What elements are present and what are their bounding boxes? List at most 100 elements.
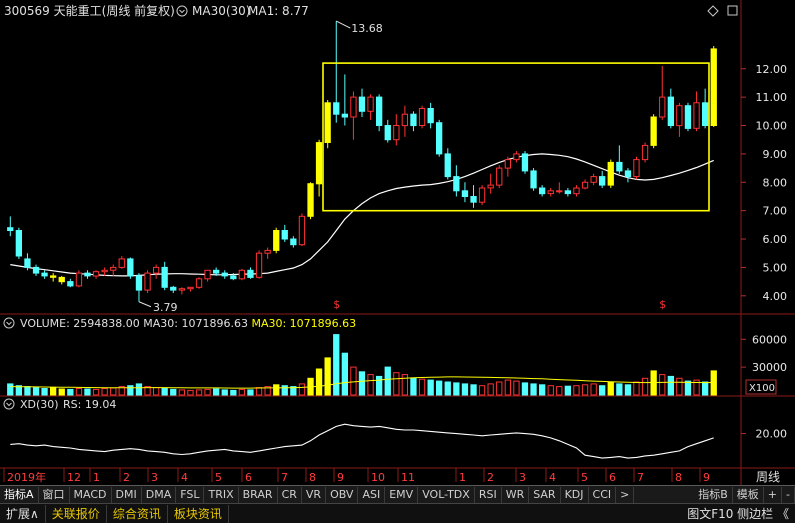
candle-body[interactable]	[110, 266, 117, 271]
candle-body[interactable]	[307, 183, 314, 217]
volume-bar[interactable]	[599, 385, 606, 396]
volume-bar[interactable]	[607, 381, 614, 396]
candle-body[interactable]	[118, 258, 125, 268]
candle-body[interactable]	[204, 269, 211, 280]
candle-body[interactable]	[444, 153, 451, 178]
volume-bar[interactable]	[624, 384, 632, 396]
volume-bar[interactable]	[230, 389, 237, 396]
candle-body[interactable]	[556, 190, 563, 193]
volume-bar[interactable]	[333, 334, 340, 396]
indicator-tab[interactable]: >	[616, 486, 635, 503]
candle-body[interactable]	[84, 272, 91, 277]
volume-bar[interactable]	[170, 388, 177, 396]
candle-body[interactable]	[264, 249, 271, 254]
candle-body[interactable]	[178, 288, 185, 291]
volume-bar[interactable]	[92, 388, 100, 396]
indicator-tab[interactable]: CCI	[589, 486, 617, 503]
volume-bar[interactable]	[659, 374, 666, 396]
candle-body[interactable]	[599, 176, 606, 186]
volume-bar[interactable]	[58, 388, 65, 396]
candle-body[interactable]	[170, 286, 177, 291]
indicator-tab[interactable]: RSI	[475, 486, 502, 503]
indicator-tab[interactable]: ASI	[358, 486, 386, 503]
candle-body[interactable]	[513, 153, 520, 161]
candle-body[interactable]	[667, 96, 675, 126]
indicator-tab[interactable]: DMI	[112, 486, 142, 503]
volume-bar[interactable]	[161, 387, 168, 396]
candle-body[interactable]	[616, 161, 623, 172]
volume-bar[interactable]	[204, 388, 211, 396]
right-tab[interactable]: 指标B	[694, 486, 733, 503]
candle-body[interactable]	[195, 278, 203, 288]
indicator-tab[interactable]: SAR	[529, 486, 561, 503]
volume-bar[interactable]	[32, 387, 40, 396]
candle-body[interactable]	[478, 187, 486, 203]
indicator-tab[interactable]: KDJ	[561, 486, 589, 503]
indicator-tab[interactable]: FSL	[176, 486, 205, 503]
candle-body[interactable]	[539, 187, 546, 195]
volume-bar[interactable]	[238, 388, 245, 396]
candle-body[interactable]	[281, 230, 288, 240]
volume-bar[interactable]	[461, 383, 469, 396]
candle-body[interactable]	[633, 159, 640, 178]
volume-bar[interactable]	[75, 388, 83, 396]
candle-body[interactable]	[127, 258, 134, 277]
volume-bar[interactable]	[350, 366, 357, 396]
candle-body[interactable]	[684, 105, 692, 129]
volume-bar[interactable]	[127, 385, 134, 396]
volume-bar[interactable]	[418, 378, 426, 396]
volume-bar[interactable]	[7, 383, 14, 396]
indicator-tab[interactable]: OBV	[326, 486, 359, 503]
candle-body[interactable]	[504, 159, 512, 169]
volume-bar[interactable]	[564, 385, 572, 396]
indicator-tab[interactable]: 指标A	[0, 486, 39, 503]
candle-body[interactable]	[367, 96, 374, 112]
candle-body[interactable]	[702, 102, 709, 127]
bottom-tab[interactable]: 扩展∧	[0, 504, 46, 523]
volume-bar[interactable]	[436, 380, 443, 396]
candle-body[interactable]	[427, 108, 434, 124]
candle-body[interactable]	[247, 269, 254, 278]
candle-body[interactable]	[659, 96, 666, 118]
candle-body[interactable]	[607, 161, 614, 186]
candle-body[interactable]	[547, 190, 554, 195]
candle-body[interactable]	[144, 272, 151, 291]
volume-bar[interactable]	[676, 377, 683, 396]
candle-body[interactable]	[7, 227, 14, 231]
right-tab[interactable]: 模板	[733, 486, 764, 503]
volume-bar[interactable]	[84, 388, 91, 396]
candle-body[interactable]	[487, 184, 494, 189]
volume-bar[interactable]	[573, 385, 580, 396]
volume-bar[interactable]	[487, 383, 494, 396]
volume-bar[interactable]	[702, 381, 709, 396]
candle-body[interactable]	[213, 269, 220, 274]
candle-body[interactable]	[393, 125, 400, 141]
volume-bar[interactable]	[110, 387, 117, 396]
volume-bar[interactable]	[273, 384, 280, 396]
candle-body[interactable]	[75, 272, 83, 287]
candle-body[interactable]	[650, 116, 657, 146]
candle-body[interactable]	[573, 187, 580, 195]
volume-bar[interactable]	[358, 371, 366, 396]
volume-bar[interactable]	[281, 385, 288, 396]
candle-body[interactable]	[50, 275, 57, 278]
candle-body[interactable]	[641, 144, 649, 161]
bottom-tab[interactable]: 板块资讯	[168, 504, 229, 523]
volume-bar[interactable]	[453, 382, 460, 396]
bottom-tab[interactable]: 综合资讯	[107, 504, 168, 523]
volume-bar[interactable]	[367, 374, 374, 396]
candle-body[interactable]	[521, 153, 529, 172]
candle-body[interactable]	[341, 113, 349, 118]
volume-bar[interactable]	[153, 387, 160, 396]
volume-bar[interactable]	[521, 382, 529, 396]
candle-body[interactable]	[135, 275, 143, 291]
volume-bar[interactable]	[633, 381, 640, 396]
candle-body[interactable]	[24, 258, 31, 268]
volume-bar[interactable]	[376, 375, 383, 396]
indicator-tab[interactable]: MACD	[70, 486, 112, 503]
chart-canvas[interactable]: 4.00 5.00 6.00 7.00 8.00 9.00 10.00 11.00 12.00 1…	[0, 0, 795, 485]
volume-bar[interactable]	[221, 389, 228, 396]
indicator-tab[interactable]: TRIX	[204, 486, 239, 503]
volume-bar[interactable]	[393, 372, 400, 396]
bottom-tab[interactable]: 关联报价	[46, 504, 107, 523]
